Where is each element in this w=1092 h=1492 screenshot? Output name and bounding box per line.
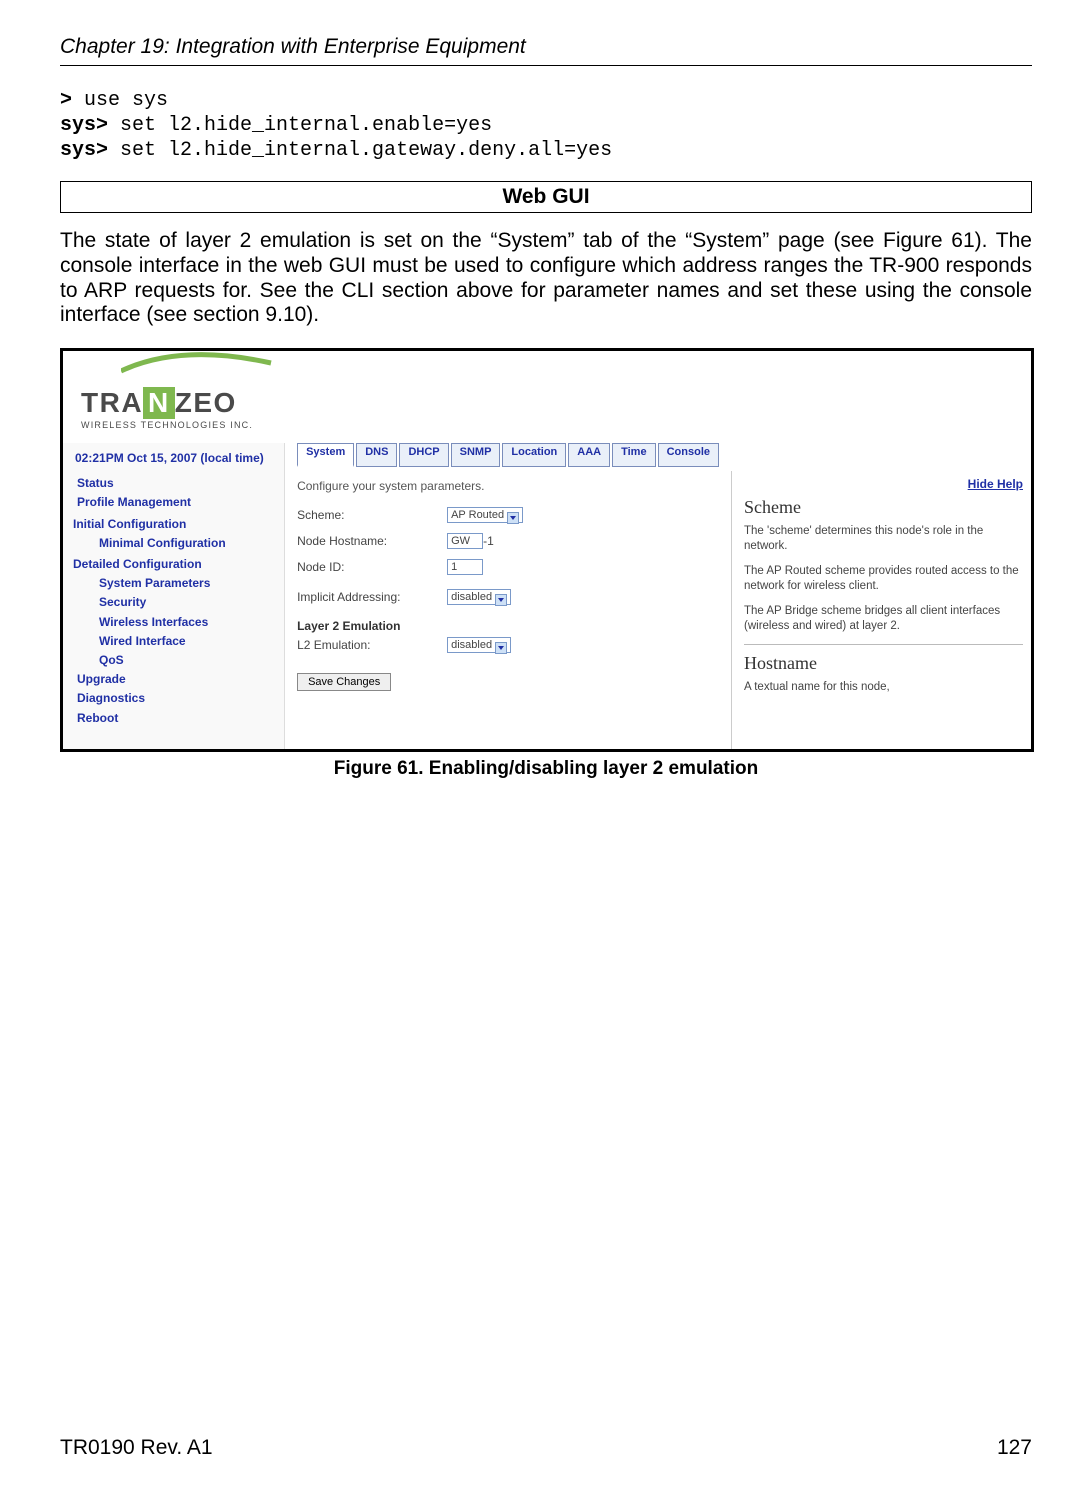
page-footer: TR0190 Rev. A1 127	[60, 1436, 1032, 1460]
config-pane: System DNS DHCP SNMP Location AAA Time C…	[285, 443, 731, 749]
tab-location[interactable]: Location	[502, 443, 566, 467]
tab-snmp[interactable]: SNMP	[451, 443, 501, 467]
sidebar-item-upgrade[interactable]: Upgrade	[71, 670, 284, 689]
clock-text: 02:21PM Oct 15, 2007 (local time)	[71, 445, 284, 474]
body-paragraph: The state of layer 2 emulation is set on…	[60, 229, 1032, 328]
sidebar-item-profile[interactable]: Profile Management	[71, 493, 284, 512]
logo-swoosh-icon	[121, 349, 281, 379]
scheme-label: Scheme:	[297, 508, 447, 522]
l2-section-header: Layer 2 Emulation	[297, 619, 719, 633]
sidebar-item-sysparam[interactable]: System Parameters	[71, 574, 284, 593]
sidebar-item-minimal[interactable]: Minimal Configuration	[71, 534, 284, 553]
implicit-label: Implicit Addressing:	[297, 590, 447, 604]
help-text: The AP Routed scheme provides routed acc…	[744, 564, 1023, 594]
tab-dns[interactable]: DNS	[356, 443, 397, 467]
logo-subtitle: WIRELESS TECHNOLOGIES INC.	[81, 420, 333, 430]
sidebar-item-diagnostics[interactable]: Diagnostics	[71, 689, 284, 708]
help-heading-scheme: Scheme	[744, 497, 1023, 518]
hostname-input[interactable]: GW	[447, 533, 483, 549]
sidebar-item-security[interactable]: Security	[71, 593, 284, 612]
sidebar-item-wired[interactable]: Wired Interface	[71, 632, 284, 651]
tab-dhcp[interactable]: DHCP	[399, 443, 448, 467]
logo-n-icon: N	[143, 387, 175, 419]
logo: TRANZEO WIRELESS TECHNOLOGIES INC.	[63, 351, 343, 443]
help-heading-hostname: Hostname	[744, 653, 1023, 674]
logo-text: ZEO	[175, 387, 237, 418]
tab-time[interactable]: Time	[612, 443, 655, 467]
footer-left: TR0190 Rev. A1	[60, 1436, 213, 1460]
l2emu-select[interactable]: disabled	[447, 637, 511, 653]
section-heading: Web GUI	[60, 181, 1032, 213]
hostname-suffix: -1	[483, 534, 494, 548]
webgui-screenshot: TRANZEO WIRELESS TECHNOLOGIES INC. 02:21…	[60, 348, 1034, 752]
sidebar-item-qos[interactable]: QoS	[71, 651, 284, 670]
sidebar-item-wireless[interactable]: Wireless Interfaces	[71, 613, 284, 632]
tab-console[interactable]: Console	[658, 443, 719, 467]
sidebar-item-reboot[interactable]: Reboot	[71, 709, 284, 728]
help-pane: Hide Help Scheme The 'scheme' determines…	[731, 471, 1031, 749]
cli-command: set l2.hide_internal.enable=yes	[108, 114, 492, 137]
cli-command: set l2.hide_internal.gateway.deny.all=ye…	[108, 139, 612, 162]
cli-prompt: sys>	[60, 114, 108, 137]
footer-right: 127	[997, 1436, 1032, 1460]
nodeid-label: Node ID:	[297, 560, 447, 574]
tab-aaa[interactable]: AAA	[568, 443, 610, 467]
logo-text: TRA	[81, 387, 143, 418]
figure-caption: Figure 61. Enabling/disabling layer 2 em…	[60, 758, 1032, 780]
cli-block: > use sys sys> set l2.hide_internal.enab…	[60, 88, 1032, 163]
help-text: A textual name for this node,	[744, 680, 1023, 695]
cli-prompt: >	[60, 89, 72, 112]
hostname-label: Node Hostname:	[297, 534, 447, 548]
save-button[interactable]: Save Changes	[297, 673, 391, 691]
scheme-select[interactable]: AP Routed	[447, 507, 523, 523]
cli-prompt: sys>	[60, 139, 108, 162]
nodeid-input[interactable]: 1	[447, 559, 483, 575]
cli-command: use sys	[72, 89, 168, 112]
chapter-header: Chapter 19: Integration with Enterprise …	[60, 35, 1032, 66]
tab-bar: System DNS DHCP SNMP Location AAA Time C…	[297, 443, 719, 467]
help-divider	[744, 644, 1023, 645]
config-intro: Configure your system parameters.	[297, 479, 719, 493]
sidebar: 02:21PM Oct 15, 2007 (local time) Status…	[63, 443, 285, 749]
hide-help-link[interactable]: Hide Help	[968, 477, 1023, 491]
help-text: The AP Bridge scheme bridges all client …	[744, 604, 1023, 634]
l2emu-label: L2 Emulation:	[297, 638, 447, 652]
tab-system[interactable]: System	[297, 443, 354, 467]
help-text: The 'scheme' determines this node's role…	[744, 524, 1023, 554]
implicit-select[interactable]: disabled	[447, 589, 511, 605]
sidebar-item-status[interactable]: Status	[71, 474, 284, 493]
sidebar-group-initial: Initial Configuration	[71, 515, 284, 534]
sidebar-group-detailed: Detailed Configuration	[71, 555, 284, 574]
